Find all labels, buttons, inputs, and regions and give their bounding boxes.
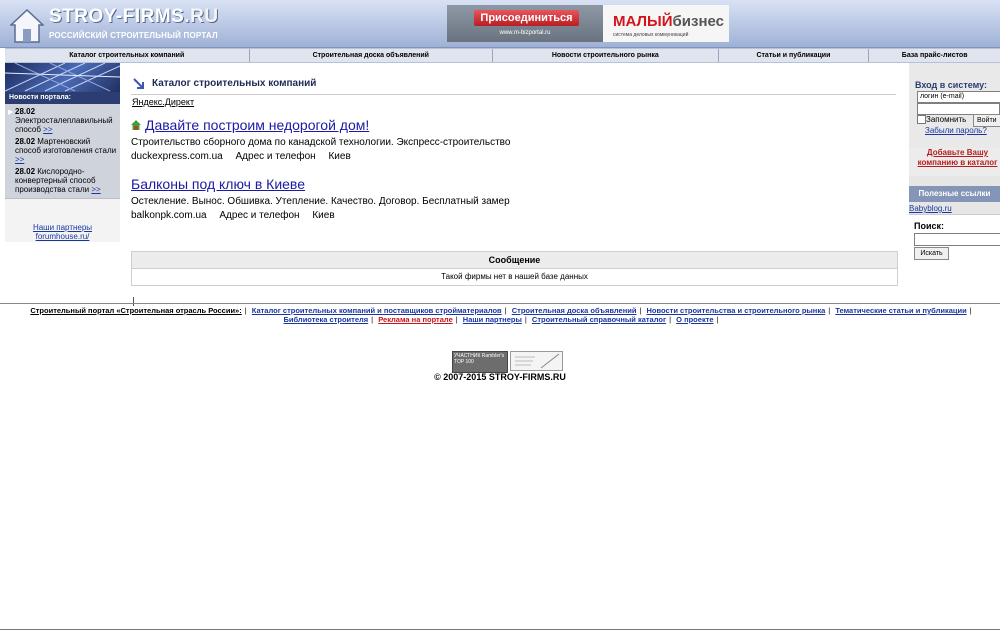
logo-subtitle: РОССИЙСКИЙ СТРОИТЕЛЬНЫЙ ПОРТАЛ xyxy=(49,31,218,40)
footer-link-portal[interactable]: Строительный портал «Строительная отрасл… xyxy=(30,306,241,315)
footer-link-news[interactable]: Новости строительства и строительного ры… xyxy=(647,306,826,315)
ad-city: Киев xyxy=(312,210,335,221)
footer-link-board[interactable]: Строительная доска объявлений xyxy=(512,306,637,315)
logo-title-suffix: .RU xyxy=(184,6,219,27)
page-header: Каталог строительных компаний xyxy=(131,76,896,95)
nav-catalog[interactable]: Каталог строительных компаний xyxy=(5,49,250,62)
news-more-link[interactable]: >> xyxy=(43,125,52,134)
footer-link-library[interactable]: Библиотека строителя xyxy=(283,315,368,324)
partners-block: Наши партнеры forumhouse.ru/ xyxy=(5,198,120,242)
ad-description: Строительство сборного дома по канадской… xyxy=(131,137,511,148)
house-icon xyxy=(10,9,44,43)
message-heading: Сообщение xyxy=(132,252,897,269)
right-sidebar: Вход в систему: логин (e-mail) Запомнить… xyxy=(909,63,1000,266)
nav-board[interactable]: Строительная доска объявлений xyxy=(250,49,494,62)
news-item[interactable]: 28.02 Кислородно-конвертерный способ про… xyxy=(5,165,120,195)
partners-link[interactable]: forumhouse.ru/ xyxy=(5,232,120,241)
ad-domain[interactable]: duckexpress.com.ua xyxy=(131,151,223,162)
add-company-link[interactable]: Добавьте Вашу компанию в каталог xyxy=(911,148,1000,168)
page-title: Каталог строительных компаний xyxy=(152,78,317,89)
footer-link-catalog[interactable]: Каталог строительных компаний и поставщи… xyxy=(252,306,502,315)
partners-title[interactable]: Наши партнеры xyxy=(5,223,120,232)
news-date: 28.02 xyxy=(15,167,36,176)
logo-title: STROY-FIRMS.RU xyxy=(49,6,219,27)
remember-checkbox[interactable] xyxy=(917,115,926,124)
forgot-password-link[interactable]: Забыли пароль? xyxy=(925,126,987,135)
search-label: Поиск: xyxy=(914,221,945,231)
footer-link-partners[interactable]: Наши партнеры xyxy=(463,315,522,324)
news-item[interactable]: 28.02 Мартеновский способ изготовления с… xyxy=(5,135,120,165)
sidebar-image: Новости портала: xyxy=(5,63,120,104)
message-text: Такой фирмы нет в нашей базе данных xyxy=(441,272,588,281)
news-text: Электросталеплавильный способ xyxy=(15,116,113,134)
login-input[interactable]: логин (e-mail) xyxy=(917,91,1000,103)
footer-link-ads[interactable]: Реклама на портале xyxy=(378,315,453,324)
main-nav: Каталог строительных компаний Строительн… xyxy=(5,48,1000,63)
site-logo[interactable]: STROY-FIRMS.RU РОССИЙСКИЙ СТРОИТЕЛЬНЫЙ П… xyxy=(8,5,218,43)
news-list: ▶ 28.02 Электросталеплавильный способ >>… xyxy=(5,105,120,198)
ad-description: Остекление. Вынос. Обшивка. Утепление. К… xyxy=(131,196,510,207)
nav-prices[interactable]: База прайс-листов xyxy=(869,49,1000,62)
counter-icon xyxy=(515,353,560,369)
ad-meta: balkonpk.com.ua Адрес и телефон Киев xyxy=(131,210,891,221)
header: STROY-FIRMS.RU РОССИЙСКИЙ СТРОИТЕЛЬНЫЙ П… xyxy=(0,0,1000,48)
add-company-block: Добавьте Вашу компанию в каталог xyxy=(909,148,1000,176)
footer-links: Строительный портал «Строительная отрасл… xyxy=(30,306,972,324)
search-input[interactable] xyxy=(914,233,1000,246)
ad-contacts-link[interactable]: Адрес и телефон xyxy=(236,151,316,162)
footer-divider xyxy=(0,303,1000,304)
ad-contacts-link[interactable]: Адрес и телефон xyxy=(219,210,299,221)
search-panel: Поиск: Искать xyxy=(909,214,1000,266)
yandex-direct-link[interactable]: Яндекс.Директ xyxy=(132,97,194,107)
login-panel: Вход в систему: логин (e-mail) Запомнить… xyxy=(909,63,1000,149)
ad-title-link[interactable]: Давайте построим недорогой дом! xyxy=(131,117,891,133)
remember-label: Запомнить xyxy=(926,115,967,124)
copyright: © 2007-2015 STROY-FIRMS.RU xyxy=(434,372,566,382)
ad-domain[interactable]: balkonpk.com.ua xyxy=(131,210,207,221)
useful-links-heading: Полезные ссылки xyxy=(909,186,1000,202)
news-more-link[interactable]: >> xyxy=(15,155,24,164)
banner-brand: МАЛЫЙбизнес xyxy=(613,13,725,30)
arrow-icon xyxy=(133,78,144,89)
footer-link-articles[interactable]: Тематические статьи и публикации xyxy=(835,306,966,315)
banner-right: МАЛЫЙбизнес система деловых коммуникаций xyxy=(603,5,729,42)
banner-join-button[interactable]: Присоединиться xyxy=(474,10,579,26)
ad-meta: duckexpress.com.ua Адрес и телефон Киев xyxy=(131,151,891,162)
login-title: Вход в систему: xyxy=(915,80,988,90)
footer-link-reference[interactable]: Строительный справочный каталог xyxy=(532,315,666,324)
rambler-counter[interactable]: УЧАСТНИК Rambler's TOP 100 xyxy=(452,351,508,373)
news-date: 28.02 xyxy=(15,107,36,116)
counters: УЧАСТНИК Rambler's TOP 100 xyxy=(448,351,568,373)
news-label: Новости портала: xyxy=(5,92,120,104)
nav-news[interactable]: Новости строительного рынка xyxy=(493,49,719,62)
ad-city: Киев xyxy=(328,151,351,162)
header-banner[interactable]: Присоединиться www.m-bizportal.ru МАЛЫЙб… xyxy=(447,5,729,42)
news-more-link[interactable]: >> xyxy=(91,185,100,194)
bullet-icon: ▶ xyxy=(8,109,14,116)
ad-block: Балконы под ключ в Киеве Остекление. Вын… xyxy=(131,176,891,221)
footer-link-about[interactable]: О проекте xyxy=(676,315,713,324)
ad-block: Давайте построим недорогой дом! Строител… xyxy=(131,117,891,162)
house-icon xyxy=(131,120,141,130)
useful-link[interactable]: Babyblog.ru xyxy=(909,204,952,213)
message-box: Сообщение Такой фирмы нет в нашей базе д… xyxy=(131,251,898,286)
banner-tagline: система деловых коммуникаций xyxy=(613,32,689,38)
construction-image xyxy=(5,63,120,92)
bottom-divider xyxy=(0,629,1000,630)
news-date: 28.02 xyxy=(15,137,36,146)
ad-title-link[interactable]: Балконы под ключ в Киеве xyxy=(131,176,891,192)
nav-articles[interactable]: Статьи и публикации xyxy=(719,49,870,62)
news-item[interactable]: ▶ 28.02 Электросталеплавильный способ >> xyxy=(5,105,120,135)
liveinternet-counter[interactable] xyxy=(510,351,563,371)
search-button[interactable]: Искать xyxy=(914,247,949,260)
banner-left: Присоединиться www.m-bizportal.ru xyxy=(447,5,603,42)
left-sidebar: Новости портала: ▶ 28.02 Электросталепла… xyxy=(5,63,120,242)
banner-url: www.m-bizportal.ru xyxy=(499,30,551,36)
text-cursor xyxy=(133,297,134,306)
